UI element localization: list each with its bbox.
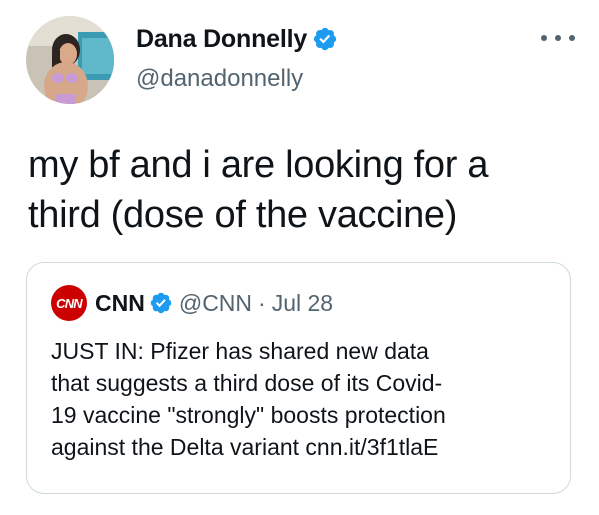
separator-dot: · [258,289,266,316]
quoted-tweet-header: CNN CNN @CNN · Jul 28 [51,285,333,321]
verified-badge-icon [313,27,337,51]
cnn-logo-icon[interactable]: CNN [51,285,87,321]
profile-photo [26,16,114,104]
tweet-text: my bf and i are looking for a third (dos… [28,144,489,236]
ellipsis-icon-dot [555,35,561,41]
author-display-name[interactable]: Dana Donnelly [136,24,307,54]
quoted-author-handle[interactable]: @CNN [179,290,252,317]
more-options-button[interactable] [541,28,575,48]
author-handle[interactable]: @danadonnelly [136,64,303,94]
quoted-tweet-date[interactable]: Jul 28 [272,290,333,317]
author-name-row[interactable]: Dana Donnelly [136,24,338,54]
ellipsis-icon-dot [569,35,575,41]
verified-badge-icon [150,292,172,314]
cnn-logo-text: CNN [56,295,83,311]
avatar[interactable] [26,16,114,104]
quoted-author-name[interactable]: CNN [95,290,145,317]
ellipsis-icon-dot [541,35,547,41]
quoted-tweet-text: JUST IN: Pfizer has shared new data that… [51,338,446,460]
quoted-tweet-card[interactable]: CNN CNN @CNN · Jul 28 JUST IN: Pfizer ha… [26,262,571,494]
